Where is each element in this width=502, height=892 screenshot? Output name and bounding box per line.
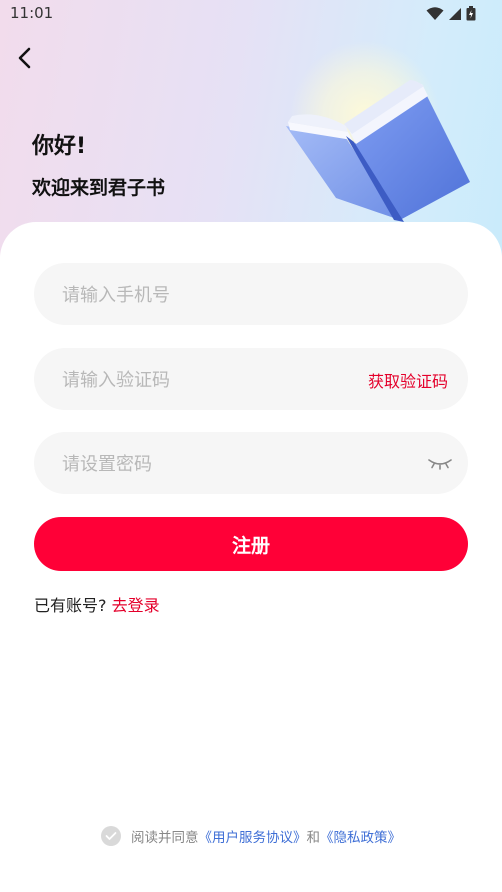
eye-closed-icon[interactable] xyxy=(428,455,452,471)
get-code-button[interactable]: 获取验证码 xyxy=(368,368,448,392)
agree-checkbox[interactable] xyxy=(101,826,121,846)
back-icon[interactable] xyxy=(12,44,40,72)
check-icon xyxy=(105,832,117,840)
welcome-subtitle: 欢迎来到君子书 xyxy=(32,177,166,199)
password-field[interactable]: 请设置密码 xyxy=(34,432,468,494)
agreement-prefix: 阅读并同意 xyxy=(131,830,199,846)
register-button[interactable]: 注册 xyxy=(34,517,468,571)
status-bar: 11:01 xyxy=(0,0,502,28)
wifi-icon xyxy=(426,6,444,20)
terms-link[interactable]: 《用户服务协议》 xyxy=(199,826,307,846)
agreement-row: 阅读并同意 《用户服务协议》 和 《隐私政策》 xyxy=(0,826,502,846)
agreement-and: 和 xyxy=(306,830,321,846)
code-placeholder: 请输入验证码 xyxy=(62,370,170,391)
code-field[interactable]: 请输入验证码 获取验证码 xyxy=(34,348,468,410)
battery-icon xyxy=(466,6,476,21)
phone-field[interactable]: 请输入手机号 xyxy=(34,263,468,325)
privacy-link[interactable]: 《隐私政策》 xyxy=(320,826,401,846)
greeting-title: 你好! xyxy=(32,134,87,159)
signal-icon xyxy=(449,7,461,20)
login-prompt-text: 已有账号? xyxy=(34,596,107,615)
login-prompt: 已有账号? 去登录 xyxy=(34,592,160,616)
phone-placeholder: 请输入手机号 xyxy=(62,285,170,306)
status-icons xyxy=(426,6,476,21)
go-login-link[interactable]: 去登录 xyxy=(112,596,160,615)
book-illustration xyxy=(286,80,470,222)
status-time: 11:01 xyxy=(10,4,54,22)
password-placeholder: 请设置密码 xyxy=(62,454,152,475)
